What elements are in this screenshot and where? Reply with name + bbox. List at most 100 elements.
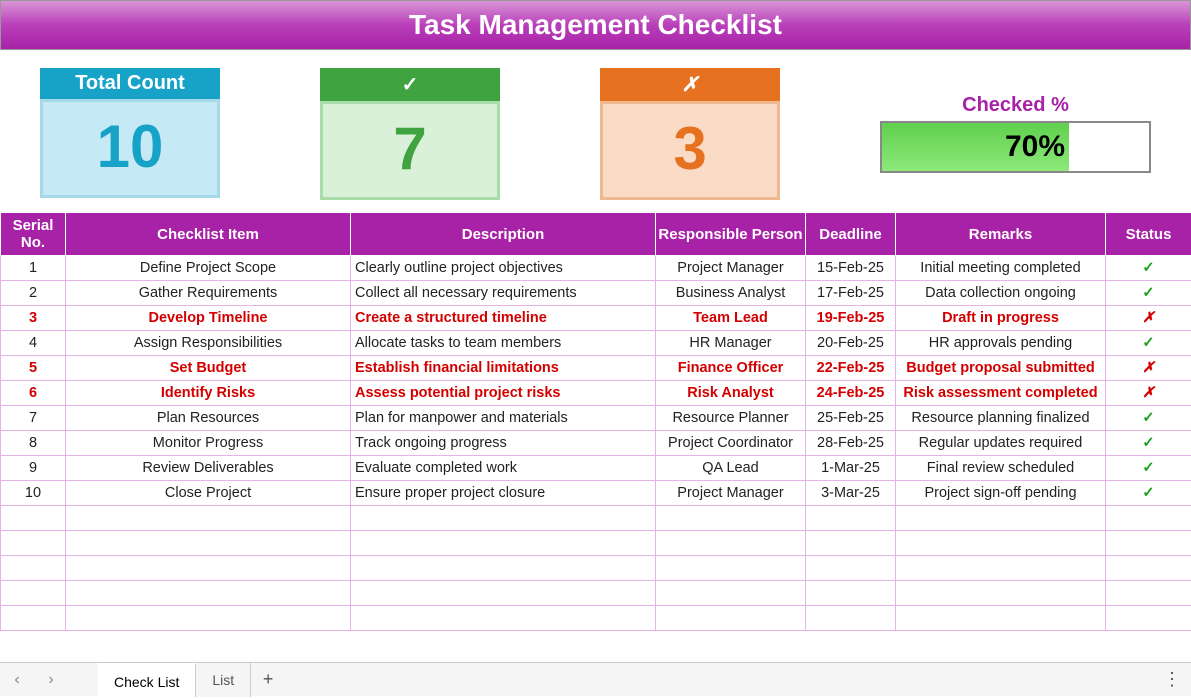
cell-status[interactable]: ✗ [1106,306,1191,331]
table-row-empty[interactable] [1,606,1191,631]
table-row[interactable]: 8Monitor ProgressTrack ongoing progressP… [1,431,1191,456]
cell-item[interactable]: Close Project [66,481,351,506]
cell-item[interactable]: Plan Resources [66,406,351,431]
table-row-empty[interactable] [1,506,1191,531]
cell-remarks[interactable]: Regular updates required [896,431,1106,456]
cell-description[interactable]: Ensure proper project closure [351,481,656,506]
cell-remarks[interactable]: Resource planning finalized [896,406,1106,431]
table-row[interactable]: 4Assign ResponsibilitiesAllocate tasks t… [1,331,1191,356]
cell-responsible[interactable]: Project Manager [656,256,806,281]
cell-remarks[interactable]: Initial meeting completed [896,256,1106,281]
table-row[interactable]: 3Develop TimelineCreate a structured tim… [1,306,1191,331]
cell-responsible[interactable]: Project Coordinator [656,431,806,456]
cell-responsible[interactable]: Business Analyst [656,281,806,306]
cell-status[interactable]: ✓ [1106,456,1191,481]
cell-serial[interactable]: 4 [1,331,66,356]
col-remarks[interactable]: Remarks [896,213,1106,256]
cell-remarks[interactable]: Risk assessment completed [896,381,1106,406]
tab-check-list[interactable]: Check List [98,663,196,697]
cell-serial[interactable]: 1 [1,256,66,281]
cell-item[interactable]: Define Project Scope [66,256,351,281]
cell-item[interactable]: Monitor Progress [66,431,351,456]
cell-status[interactable]: ✓ [1106,406,1191,431]
cell-item[interactable]: Develop Timeline [66,306,351,331]
table-row[interactable]: 2Gather RequirementsCollect all necessar… [1,281,1191,306]
cell-deadline[interactable]: 1-Mar-25 [806,456,896,481]
cell-deadline[interactable]: 15-Feb-25 [806,256,896,281]
cell-deadline[interactable]: 24-Feb-25 [806,381,896,406]
cell-description[interactable]: Track ongoing progress [351,431,656,456]
cell-serial[interactable]: 7 [1,406,66,431]
table-row[interactable]: 7Plan ResourcesPlan for manpower and mat… [1,406,1191,431]
cell-remarks[interactable]: Final review scheduled [896,456,1106,481]
add-sheet-button[interactable]: + [251,669,285,690]
prev-sheet-icon[interactable]: ‹ [0,671,34,689]
sheet-tab-bar: ‹ › Check List List + ⋮ [0,662,1191,696]
cell-deadline[interactable]: 20-Feb-25 [806,331,896,356]
cell-deadline[interactable]: 3-Mar-25 [806,481,896,506]
cell-remarks[interactable]: Project sign-off pending [896,481,1106,506]
cell-item[interactable]: Gather Requirements [66,281,351,306]
cell-deadline[interactable]: 22-Feb-25 [806,356,896,381]
cell-status[interactable]: ✗ [1106,356,1191,381]
cell-status[interactable]: ✓ [1106,331,1191,356]
cell-deadline[interactable]: 17-Feb-25 [806,281,896,306]
next-sheet-icon[interactable]: › [34,671,68,689]
cell-description[interactable]: Plan for manpower and materials [351,406,656,431]
cell-responsible[interactable]: Team Lead [656,306,806,331]
cell-serial[interactable]: 9 [1,456,66,481]
cell-responsible[interactable]: QA Lead [656,456,806,481]
cell-description[interactable]: Establish financial limitations [351,356,656,381]
cell-deadline[interactable]: 28-Feb-25 [806,431,896,456]
cell-description[interactable]: Assess potential project risks [351,381,656,406]
col-description[interactable]: Description [351,213,656,256]
cell-deadline[interactable]: 25-Feb-25 [806,406,896,431]
cell-description[interactable]: Collect all necessary requirements [351,281,656,306]
cell-item[interactable]: Review Deliverables [66,456,351,481]
table-row[interactable]: 5Set BudgetEstablish financial limitatio… [1,356,1191,381]
cell-serial[interactable]: 8 [1,431,66,456]
cell-status[interactable]: ✓ [1106,431,1191,456]
cell-remarks[interactable]: HR approvals pending [896,331,1106,356]
table-row[interactable]: 6Identify RisksAssess potential project … [1,381,1191,406]
cell-status[interactable]: ✓ [1106,481,1191,506]
cell-remarks[interactable]: Draft in progress [896,306,1106,331]
col-item[interactable]: Checklist Item [66,213,351,256]
cell-description[interactable]: Evaluate completed work [351,456,656,481]
cell-responsible[interactable]: Finance Officer [656,356,806,381]
tab-list[interactable]: List [196,663,251,697]
cell-status[interactable]: ✗ [1106,381,1191,406]
table-row[interactable]: 1Define Project ScopeClearly outline pro… [1,256,1191,281]
cell-remarks[interactable]: Budget proposal submitted [896,356,1106,381]
col-status[interactable]: Status [1106,213,1191,256]
cell-description[interactable]: Allocate tasks to team members [351,331,656,356]
cell-serial[interactable]: 10 [1,481,66,506]
cell-remarks[interactable]: Data collection ongoing [896,281,1106,306]
cell-description[interactable]: Clearly outline project objectives [351,256,656,281]
col-deadline[interactable]: Deadline [806,213,896,256]
cell-serial[interactable]: 3 [1,306,66,331]
table-row[interactable]: 10Close ProjectEnsure proper project clo… [1,481,1191,506]
cell-status[interactable]: ✓ [1106,256,1191,281]
table-row-empty[interactable] [1,556,1191,581]
col-responsible[interactable]: Responsible Person [656,213,806,256]
more-options-icon[interactable]: ⋮ [1163,669,1181,690]
cell-status[interactable]: ✓ [1106,281,1191,306]
checked-value: 7 [320,101,500,200]
cell-item[interactable]: Assign Responsibilities [66,331,351,356]
col-serial[interactable]: Serial No. [1,213,66,256]
cell-serial[interactable]: 6 [1,381,66,406]
table-row-empty[interactable] [1,581,1191,606]
cell-responsible[interactable]: Project Manager [656,481,806,506]
cell-serial[interactable]: 2 [1,281,66,306]
cell-responsible[interactable]: HR Manager [656,331,806,356]
table-row-empty[interactable] [1,531,1191,556]
table-row[interactable]: 9Review DeliverablesEvaluate completed w… [1,456,1191,481]
cell-serial[interactable]: 5 [1,356,66,381]
cell-responsible[interactable]: Risk Analyst [656,381,806,406]
cell-item[interactable]: Set Budget [66,356,351,381]
cell-description[interactable]: Create a structured timeline [351,306,656,331]
cell-responsible[interactable]: Resource Planner [656,406,806,431]
cell-item[interactable]: Identify Risks [66,381,351,406]
cell-deadline[interactable]: 19-Feb-25 [806,306,896,331]
